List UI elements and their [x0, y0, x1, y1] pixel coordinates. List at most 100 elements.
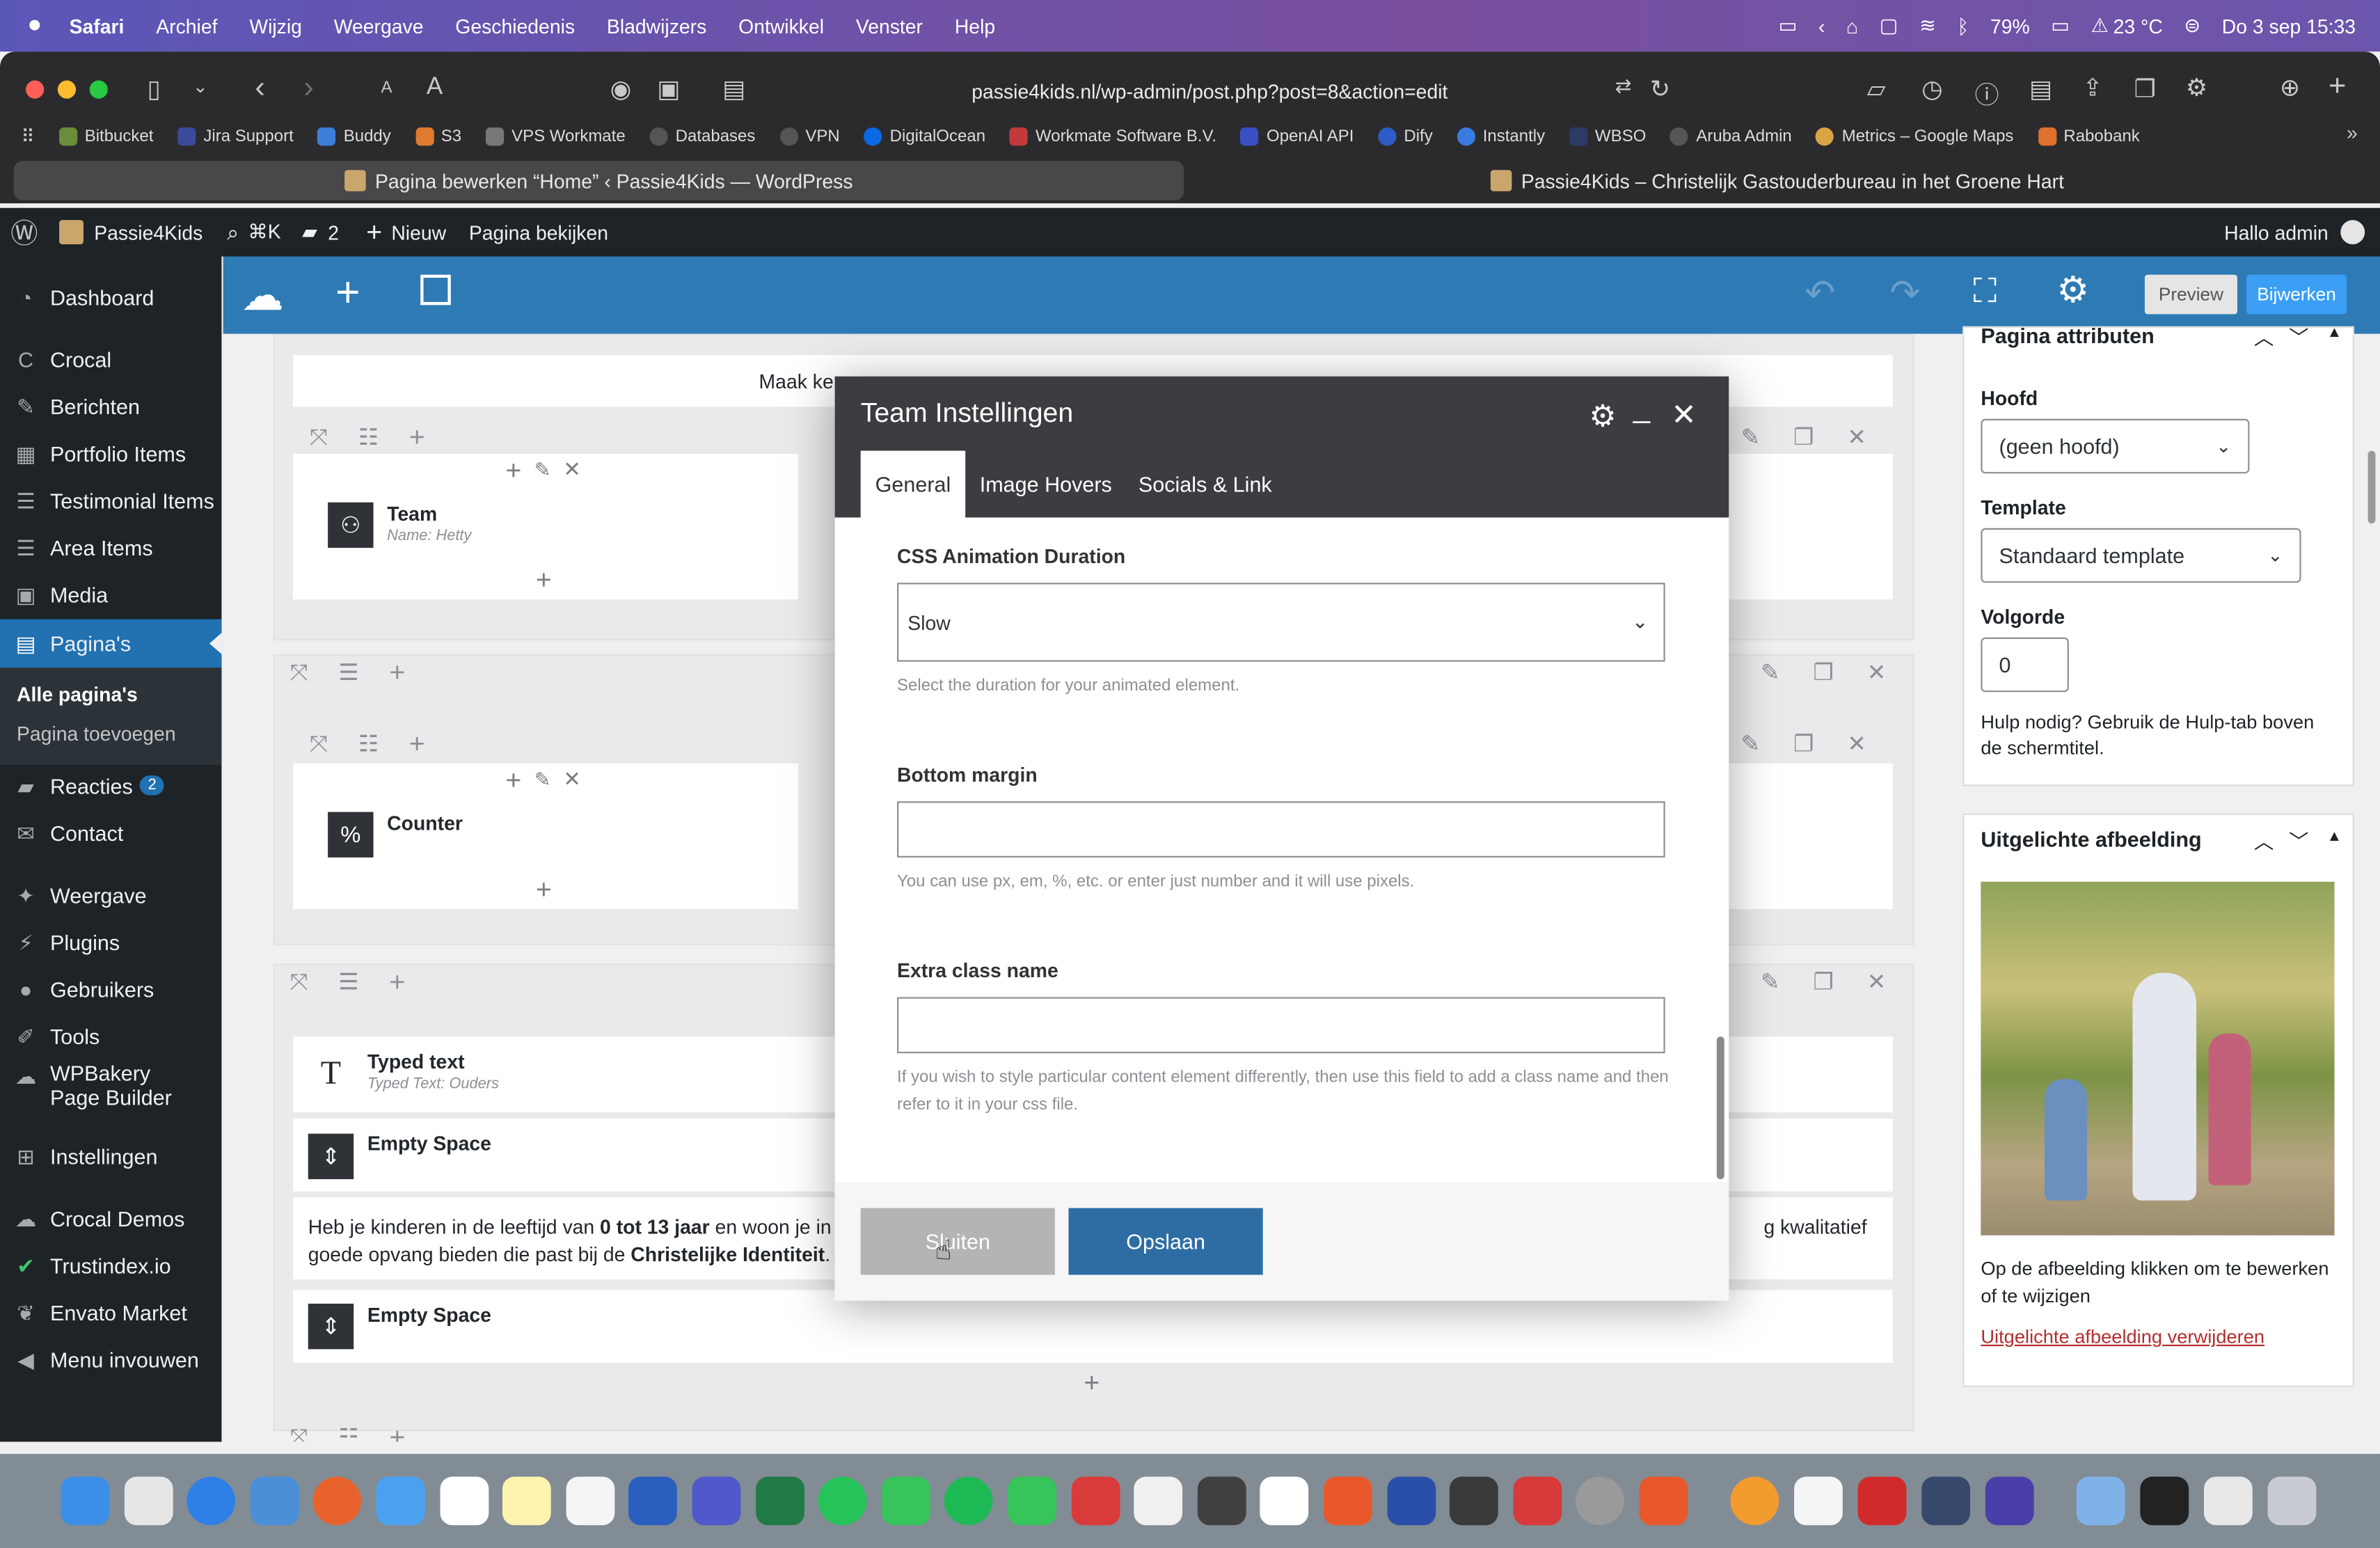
clone-icon[interactable]: ❐: [1793, 423, 1814, 451]
search-icon[interactable]: ⌕: [227, 219, 239, 245]
calendar-icon[interactable]: [440, 1476, 489, 1526]
print-icon[interactable]: ▤: [2029, 74, 2052, 105]
sidebar-item-envato[interactable]: ❦ Envato Market: [0, 1288, 221, 1336]
recent-doc-icon[interactable]: [2140, 1476, 2189, 1526]
gitkraken-icon[interactable]: [1985, 1476, 2034, 1526]
back-icon[interactable]: ‹: [255, 71, 265, 106]
headset-app-icon[interactable]: [1730, 1476, 1779, 1526]
counter-element-title[interactable]: Counter: [387, 812, 463, 835]
comment-icon[interactable]: ▰: [302, 220, 317, 244]
delete-column-icon[interactable]: ✕: [563, 766, 581, 792]
acrobat-icon[interactable]: [1857, 1476, 1907, 1526]
sidebar-toggle-icon[interactable]: ▯: [148, 74, 161, 105]
reader-icon[interactable]: ◉: [610, 74, 631, 105]
site-name[interactable]: Passie4Kids: [94, 221, 203, 244]
sidebar-item-contact[interactable]: ✉ Contact: [0, 809, 221, 856]
drag-handle-icon[interactable]: ⤧: [290, 1424, 308, 1442]
airplay-icon[interactable]: ⌂: [1846, 15, 1858, 38]
apple-icon[interactable]: ●: [27, 12, 42, 39]
menu-geschiedenis[interactable]: Geschiedenis: [455, 15, 575, 38]
whatsapp-icon[interactable]: [818, 1476, 867, 1526]
mail-app-icon[interactable]: [376, 1476, 425, 1526]
bookmark-rabobank[interactable]: Rabobank: [2038, 127, 2140, 146]
excel-icon[interactable]: [756, 1476, 804, 1526]
sidebar-item-crocal[interactable]: C Crocal: [0, 335, 221, 383]
extra-class-input[interactable]: [897, 997, 1665, 1054]
downloads-icon[interactable]: ⊕: [2280, 73, 2300, 104]
bookmark-vpn[interactable]: VPN: [779, 127, 840, 146]
database-app-icon[interactable]: [1921, 1476, 1971, 1526]
dots-app-icon[interactable]: [1513, 1476, 1562, 1526]
wordpress-logo-icon[interactable]: Ⓦ: [10, 212, 38, 252]
tabs-icon[interactable]: ❐: [2134, 74, 2156, 105]
control-center-icon[interactable]: ⊜: [2184, 14, 2200, 38]
bookmark-vps[interactable]: VPS Workmate: [486, 127, 626, 146]
sidebar-item-testimonial[interactable]: ☰ Testimonial Items: [0, 477, 221, 524]
bookmark-wbso[interactable]: WBSO: [1569, 127, 1646, 146]
templates-icon[interactable]: [420, 274, 451, 306]
template-select[interactable]: Standaard template ⌄: [1981, 528, 2301, 583]
maps-icon[interactable]: [1134, 1476, 1183, 1526]
new-link[interactable]: Nieuw: [391, 221, 446, 244]
team-element-title[interactable]: Team: [387, 503, 437, 526]
proxy-app-icon[interactable]: [250, 1476, 299, 1526]
edit-column-icon[interactable]: ✎: [534, 768, 551, 792]
modal-settings-icon[interactable]: ⚙: [1589, 397, 1617, 436]
tab-general[interactable]: General: [860, 450, 966, 518]
claude-icon[interactable]: [1323, 1476, 1372, 1526]
sidebar-item-instellingen[interactable]: ⊞ Instellingen: [0, 1132, 221, 1180]
chevron-down-icon[interactable]: ⌄: [193, 76, 208, 97]
animation-duration-select[interactable]: Slow ⌄: [897, 583, 1665, 662]
share-icon[interactable]: ⇪: [2082, 73, 2102, 104]
add-element-icon[interactable]: +: [505, 455, 521, 487]
settings-icon[interactable]: ⚙: [2186, 73, 2207, 104]
modal-scrollbar[interactable]: [1716, 1036, 1724, 1180]
drag-handle-icon[interactable]: ⤧: [310, 424, 328, 450]
facetime-icon[interactable]: [1008, 1476, 1057, 1526]
move-up-icon[interactable]: ︿: [2254, 322, 2274, 350]
close-window-button[interactable]: [26, 80, 45, 99]
clock[interactable]: Do 3 sep 15:33: [2222, 15, 2356, 38]
notes-icon[interactable]: [502, 1476, 551, 1526]
page-menu-icon[interactable]: ▤: [722, 74, 745, 105]
notion-icon[interactable]: [1260, 1476, 1309, 1526]
wifi-icon[interactable]: ≋: [1919, 14, 1936, 38]
reload-icon[interactable]: ↻: [1650, 74, 1670, 105]
menu-ontwikkel[interactable]: Ontwikkel: [738, 15, 824, 38]
wpbakery-logo-icon[interactable]: ☁: [241, 270, 284, 320]
sidebar-item-portfolio[interactable]: ▦ Portfolio Items: [0, 429, 221, 477]
bookmark-bitbucket[interactable]: Bitbucket: [58, 127, 153, 146]
fullscreen-icon[interactable]: ⛶: [1973, 271, 1997, 311]
sidebar-item-plugins[interactable]: ⚡ Plugins: [0, 918, 221, 965]
move-down-icon[interactable]: ﹀: [2289, 826, 2308, 854]
reminders-icon[interactable]: [566, 1476, 615, 1526]
edit-icon[interactable]: ✎: [1761, 658, 1779, 686]
recent-doc2-icon[interactable]: [2203, 1476, 2253, 1526]
office-icon[interactable]: [1639, 1476, 1688, 1526]
launchpad-icon[interactable]: [124, 1476, 173, 1526]
sidebar-item-collapse[interactable]: ◀ Menu invouwen: [0, 1336, 221, 1383]
menu-weergave[interactable]: Weergave: [334, 15, 424, 38]
stage-manager-icon[interactable]: ▭: [1779, 14, 1798, 38]
tab-socials-link[interactable]: Socials & Link: [1125, 451, 1285, 518]
plus-icon[interactable]: +: [366, 216, 382, 248]
bookmark-buddy[interactable]: Buddy: [317, 127, 391, 146]
tab-inactive[interactable]: Passie4Kids – Christelijk Gastouderburea…: [1187, 161, 2368, 200]
url-text[interactable]: passie4kids.nl/wp-admin/post.php?post=8&…: [971, 79, 1447, 102]
delete-icon[interactable]: ✕: [1847, 730, 1866, 757]
add-column-icon[interactable]: +: [389, 656, 405, 688]
element-empty-space-2[interactable]: ⇕ Empty Space: [292, 1290, 1893, 1363]
textedit-icon[interactable]: [1794, 1476, 1843, 1526]
delete-icon[interactable]: ✕: [1867, 658, 1886, 686]
add-element-below-icon[interactable]: +: [536, 564, 552, 597]
add-column-icon[interactable]: +: [409, 421, 425, 453]
trash-icon[interactable]: [2267, 1476, 2317, 1526]
preview-button[interactable]: Preview: [2144, 274, 2237, 315]
layout-icon[interactable]: ☰: [338, 968, 358, 995]
edit-icon[interactable]: ✎: [1741, 423, 1760, 451]
edit-icon[interactable]: ✎: [1761, 968, 1779, 995]
chevron-left-icon[interactable]: ‹: [1818, 15, 1825, 38]
text-smaller-icon[interactable]: A: [381, 79, 392, 97]
close-button[interactable]: Sluiten: [860, 1208, 1055, 1275]
site-icon[interactable]: [59, 220, 84, 245]
